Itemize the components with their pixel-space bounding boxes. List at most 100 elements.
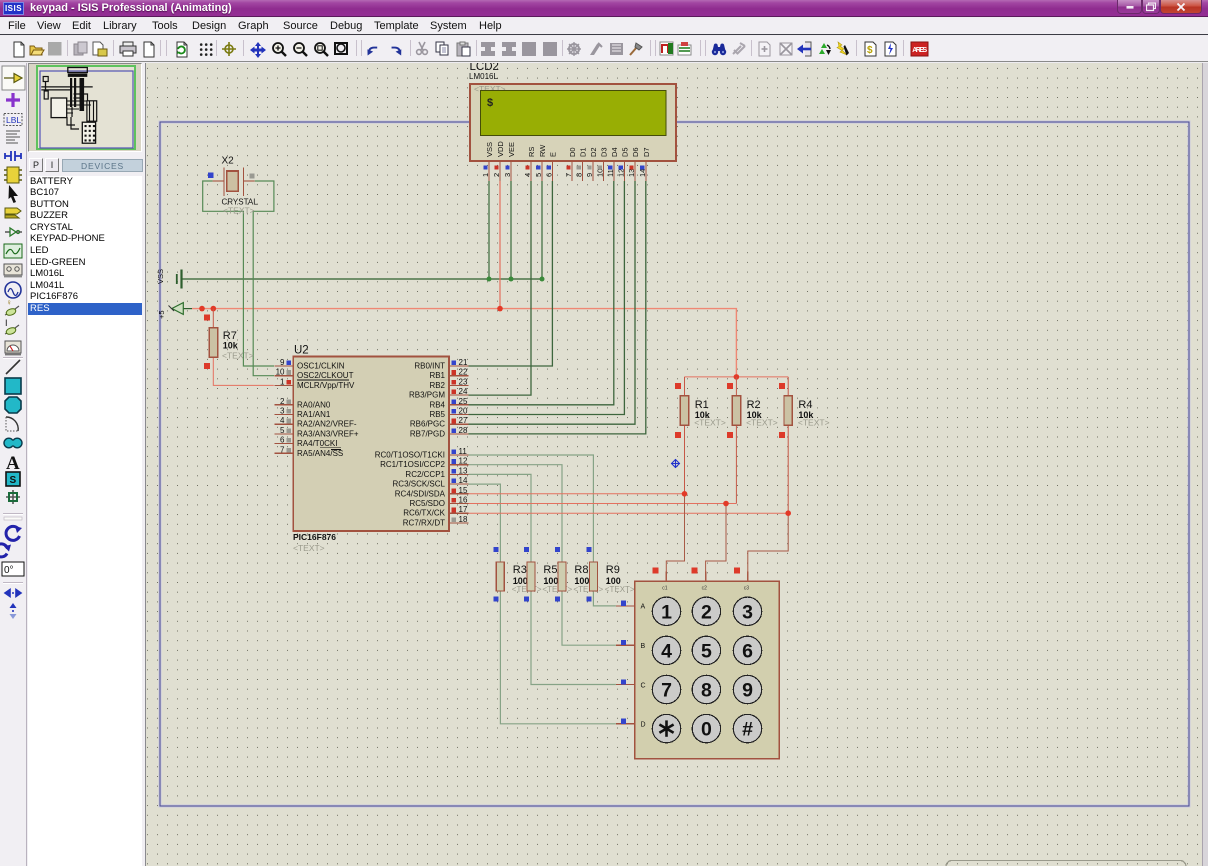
svg-text:6: 6	[280, 436, 285, 445]
svg-text:22: 22	[459, 368, 468, 377]
svg-text:3: 3	[742, 601, 753, 623]
svg-text:28: 28	[459, 426, 468, 435]
svg-text:RA4/T0CKI: RA4/T0CKI	[297, 439, 337, 448]
svg-text:RC1/T1OSI/CCP2: RC1/T1OSI/CCP2	[380, 460, 445, 469]
svg-text:2: 2	[492, 173, 501, 177]
svg-text:5: 5	[534, 173, 543, 177]
svg-text:13: 13	[627, 169, 636, 177]
svg-text:4: 4	[661, 640, 672, 662]
svg-text:D4: D4	[610, 147, 619, 157]
svg-text:<TEXT>: <TEXT>	[222, 351, 254, 361]
svg-text:16: 16	[459, 496, 468, 505]
svg-text:2: 2	[701, 601, 712, 623]
svg-text:5: 5	[280, 426, 285, 435]
svg-text:<TEXT>: <TEXT>	[223, 206, 255, 216]
svg-text:D5: D5	[620, 147, 629, 157]
svg-text:R3: R3	[513, 564, 527, 576]
svg-text:14: 14	[459, 476, 468, 485]
svg-text:0°: 0°	[4, 565, 14, 576]
svg-text:OSC2/CLKOUT: OSC2/CLKOUT	[297, 371, 354, 380]
svg-text:D1: D1	[578, 147, 587, 157]
svg-text:RS: RS	[527, 147, 536, 157]
svg-text:9: 9	[280, 358, 285, 367]
svg-text:D: D	[641, 722, 646, 729]
svg-text:11: 11	[606, 169, 615, 177]
svg-text:7: 7	[280, 445, 285, 454]
svg-text:RB4: RB4	[429, 400, 445, 409]
svg-text:RB2: RB2	[429, 381, 445, 390]
svg-text:3: 3	[503, 173, 512, 177]
svg-text:25: 25	[459, 397, 468, 406]
svg-text:D6: D6	[631, 147, 640, 157]
svg-text:MCLR/Vpp/THV: MCLR/Vpp/THV	[297, 381, 355, 390]
svg-text:5: 5	[701, 640, 712, 662]
svg-text:PIC16F876: PIC16F876	[293, 532, 336, 542]
svg-text:20: 20	[459, 407, 468, 416]
svg-text:23: 23	[459, 377, 468, 386]
svg-text:S: S	[10, 475, 17, 486]
svg-text:15: 15	[459, 486, 468, 495]
svg-text:VSS: VSS	[485, 142, 494, 157]
svg-text:RB1: RB1	[429, 371, 445, 380]
svg-text:D2: D2	[589, 147, 598, 157]
svg-text:0: 0	[701, 719, 712, 741]
svg-text:c3: c3	[744, 586, 750, 592]
svg-text:7: 7	[564, 173, 573, 177]
svg-text:RA2/AN2/VREF-: RA2/AN2/VREF-	[297, 420, 357, 429]
svg-text:6: 6	[545, 173, 554, 177]
svg-text:RA1/AN1: RA1/AN1	[297, 410, 331, 419]
svg-text:9: 9	[742, 680, 753, 702]
svg-text:1: 1	[280, 377, 285, 386]
svg-text:ARES: ARES	[912, 47, 927, 54]
svg-text:RC2/CCP1: RC2/CCP1	[405, 470, 445, 479]
svg-text:<TEXT>: <TEXT>	[605, 585, 635, 594]
svg-text:D3: D3	[599, 147, 608, 157]
svg-text:RB6/PGC: RB6/PGC	[410, 420, 445, 429]
svg-text:<TEXT>: <TEXT>	[694, 418, 726, 428]
svg-text:RW: RW	[538, 144, 547, 157]
svg-text:RB3/PGM: RB3/PGM	[409, 391, 445, 400]
svg-text:A: A	[641, 604, 646, 611]
svg-text:RC0/T1OSO/T1CKI: RC0/T1OSO/T1CKI	[375, 451, 445, 460]
svg-text:8: 8	[575, 173, 584, 177]
svg-text:R5: R5	[543, 564, 557, 576]
svg-text:c1: c1	[662, 586, 668, 592]
svg-text:10: 10	[596, 169, 605, 177]
svg-text:RA0/AN0: RA0/AN0	[297, 400, 331, 409]
svg-text:14: 14	[638, 169, 647, 177]
svg-text:RC6/TX/CK: RC6/TX/CK	[403, 509, 445, 518]
svg-text:7: 7	[661, 680, 672, 702]
svg-text:10: 10	[276, 368, 285, 377]
svg-text:11: 11	[459, 447, 468, 456]
svg-text:12: 12	[617, 169, 626, 177]
svg-text:RB5: RB5	[429, 410, 445, 419]
svg-text:4: 4	[280, 416, 285, 425]
svg-text:X2: X2	[222, 156, 235, 167]
svg-text:VSS: VSS	[156, 269, 165, 284]
svg-text:D7: D7	[642, 147, 651, 157]
svg-text:VEE: VEE	[507, 142, 516, 157]
svg-text:18: 18	[459, 515, 468, 524]
svg-text:RC7/RX/DT: RC7/RX/DT	[403, 518, 445, 527]
svg-text:RA3/AN3/VREF+: RA3/AN3/VREF+	[297, 429, 359, 438]
svg-text:RA5/AN4/SS: RA5/AN4/SS	[297, 449, 343, 458]
svg-text:c2: c2	[702, 586, 708, 592]
svg-text:24: 24	[459, 387, 468, 396]
svg-text:<TEXT>: <TEXT>	[573, 585, 603, 594]
svg-text:<TEXT>: <TEXT>	[798, 418, 830, 428]
svg-text:<TEXT>: <TEXT>	[293, 543, 325, 553]
svg-text:U2: U2	[294, 345, 309, 357]
svg-text:4: 4	[523, 173, 532, 177]
svg-text:E: E	[548, 152, 557, 157]
svg-text:R8: R8	[574, 564, 588, 576]
svg-text:VDD: VDD	[496, 141, 505, 157]
svg-text:$: $	[867, 45, 873, 56]
svg-text:8: 8	[701, 680, 712, 702]
svg-text:1: 1	[481, 173, 490, 177]
svg-text:10k: 10k	[223, 341, 239, 351]
svg-text:13: 13	[459, 466, 468, 475]
svg-text:3: 3	[280, 407, 285, 416]
svg-text:B: B	[641, 643, 646, 650]
svg-text:RC4/SDI/SDA: RC4/SDI/SDA	[395, 489, 446, 498]
svg-text:OSC1/CLKIN: OSC1/CLKIN	[297, 362, 345, 371]
